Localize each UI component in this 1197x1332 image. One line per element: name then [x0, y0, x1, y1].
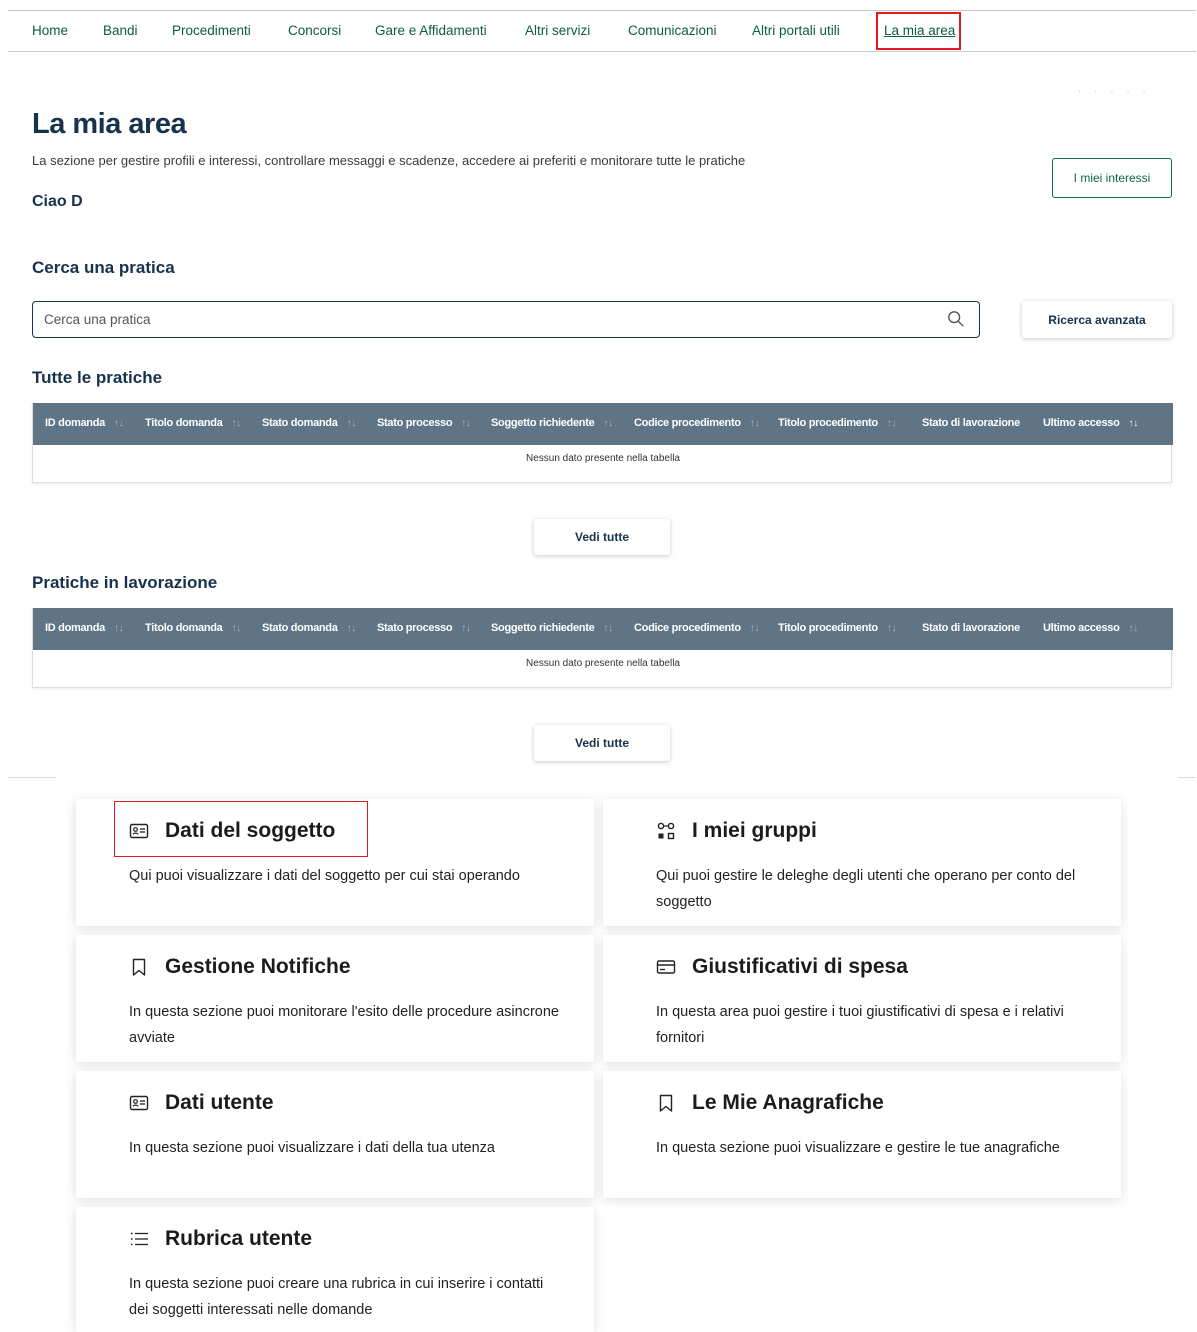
- search-section-title: Cerca una pratica: [32, 258, 175, 277]
- column-header[interactable]: Codice procedimento ↑↓: [634, 417, 759, 429]
- view-all-practices-button[interactable]: Vedi tutte: [534, 519, 670, 555]
- search-box: [32, 301, 980, 338]
- credit-card-icon: [656, 960, 676, 974]
- card-title: Giustificativi di spesa: [692, 955, 908, 978]
- sort-icon: ↑↓: [749, 623, 760, 634]
- advanced-search-button[interactable]: Ricerca avanzata: [1022, 301, 1172, 338]
- page-subtitle: La sezione per gestire profili e interes…: [32, 153, 746, 168]
- card-title: Le Mie Anagrafiche: [692, 1091, 884, 1114]
- sort-icon: ↑↓: [603, 623, 613, 634]
- column-header[interactable]: Soggetto richiedente ↑↓: [491, 622, 613, 634]
- bookmark-icon: [659, 1094, 673, 1112]
- id-card-icon: [129, 1095, 149, 1111]
- working-practices-table: ID domanda ↑↓ Titolo domanda ↑↓ Stato doma…: [32, 608, 1173, 688]
- card-mie-anagrafiche[interactable]: Le Mie Anagrafiche In questa sezione puo…: [603, 1071, 1121, 1198]
- column-header[interactable]: ID domanda ↑↓: [45, 622, 124, 634]
- table-header: ID domanda ↑↓ Titolo domanda ↑↓ Stato doma…: [33, 403, 1173, 445]
- nav-bandi[interactable]: Bandi: [103, 23, 138, 38]
- nav-home[interactable]: Home: [32, 23, 68, 38]
- sort-icon: ↑↓: [1128, 623, 1139, 634]
- card-dati-utente[interactable]: Dati utente In questa sezione puoi visua…: [76, 1071, 594, 1198]
- my-interests-button[interactable]: I miei interessi: [1052, 158, 1172, 198]
- column-header[interactable]: Ultimo accesso ↑↓: [1043, 417, 1138, 429]
- column-header[interactable]: Stato domanda ↑↓: [262, 417, 356, 429]
- view-all-working-button[interactable]: Vedi tutte: [534, 725, 670, 761]
- sort-icon: ↑↓: [461, 623, 471, 634]
- table-empty-message: Nessun dato presente nella tabella: [526, 658, 680, 669]
- sort-icon: ↑↓: [886, 418, 897, 429]
- sort-icon: ↑↓: [113, 623, 124, 634]
- card-description: In questa area puoi gestire i tuoi giust…: [656, 1004, 1064, 1046]
- card-description: In questa sezione puoi visualizzare e ge…: [656, 1140, 1060, 1156]
- decorative-dots: · · · · ·: [1078, 86, 1151, 97]
- card-gestione-notifiche[interactable]: Gestione Notifiche In questa sezione puo…: [76, 935, 594, 1062]
- search-input[interactable]: [33, 302, 933, 337]
- column-header[interactable]: Codice procedimento ↑↓: [634, 622, 759, 634]
- sort-icon: ↑↓: [1128, 418, 1139, 429]
- card-giustificativi-spesa[interactable]: Giustificativi di spesa In questa area p…: [603, 935, 1121, 1062]
- user-greeting: Ciao D: [32, 193, 83, 210]
- list-icon: [130, 1232, 148, 1246]
- card-title: Dati utente: [165, 1091, 274, 1114]
- nav-altri-servizi[interactable]: Altri servizi: [525, 23, 590, 38]
- card-description: In questa sezione puoi monitorare l'esit…: [129, 1004, 559, 1046]
- divider: [8, 777, 56, 778]
- bookmark-icon: [132, 958, 146, 976]
- column-header[interactable]: Stato processo ↑↓: [377, 417, 471, 429]
- column-header[interactable]: Soggetto richiedente ↑↓: [491, 417, 613, 429]
- column-header[interactable]: Stato di lavorazione: [922, 417, 1020, 429]
- column-header[interactable]: Stato di lavorazione: [922, 622, 1020, 634]
- groups-icon: [657, 822, 675, 840]
- card-description: In questa sezione puoi visualizzare i da…: [129, 1140, 495, 1156]
- column-header[interactable]: Stato domanda ↑↓: [262, 622, 356, 634]
- annotation-highlight-card: [114, 801, 368, 857]
- sort-icon: ↑↓: [346, 623, 357, 634]
- nav-gare-affidamenti[interactable]: Gare e Affidamenti: [375, 23, 487, 38]
- column-header[interactable]: Titolo domanda ↑↓: [145, 417, 241, 429]
- all-practices-title: Tutte le pratiche: [32, 368, 163, 387]
- sort-icon: ↑↓: [346, 418, 357, 429]
- all-practices-table: ID domanda ↑↓ Titolo domanda ↑↓ Stato doma…: [32, 403, 1173, 483]
- sort-icon: ↑↓: [749, 418, 760, 429]
- card-miei-gruppi[interactable]: I miei gruppi Qui puoi gestire le delegh…: [603, 799, 1121, 926]
- card-title: I miei gruppi: [692, 819, 817, 842]
- card-description: Qui puoi visualizzare i dati del soggett…: [129, 868, 520, 884]
- table-empty-message: Nessun dato presente nella tabella: [526, 453, 680, 464]
- nav-altri-portali[interactable]: Altri portali utili: [752, 23, 840, 38]
- annotation-highlight-nav: [876, 12, 961, 50]
- column-header[interactable]: Titolo domanda ↑↓: [145, 622, 241, 634]
- card-description: In questa sezione puoi creare una rubric…: [129, 1276, 544, 1318]
- column-header[interactable]: Titolo procedimento ↑↓: [778, 417, 897, 429]
- page-title: La mia area: [32, 108, 187, 140]
- card-description: Qui puoi gestire le deleghe degli utenti…: [656, 868, 1076, 910]
- column-header[interactable]: Ultimo accesso ↑↓: [1043, 622, 1138, 634]
- sort-icon: ↑↓: [231, 623, 241, 634]
- table-header: ID domanda ↑↓ Titolo domanda ↑↓ Stato doma…: [33, 608, 1173, 650]
- nav-comunicazioni[interactable]: Comunicazioni: [628, 23, 717, 38]
- sort-icon: ↑↓: [603, 418, 613, 429]
- column-header[interactable]: ID domanda ↑↓: [45, 417, 124, 429]
- search-icon[interactable]: [947, 310, 965, 328]
- nav-concorsi[interactable]: Concorsi: [288, 23, 341, 38]
- sort-icon: ↑↓: [231, 418, 241, 429]
- card-title: Rubrica utente: [165, 1227, 313, 1250]
- nav-procedimenti[interactable]: Procedimenti: [172, 23, 251, 38]
- column-header[interactable]: Stato processo ↑↓: [377, 622, 471, 634]
- card-title: Gestione Notifiche: [165, 955, 351, 978]
- sort-icon: ↑↓: [461, 418, 471, 429]
- working-practices-title: Pratiche in lavorazione: [32, 573, 218, 592]
- column-header[interactable]: Titolo procedimento ↑↓: [778, 622, 897, 634]
- top-navigation: Home Bandi Procedimenti Concorsi Gare e …: [8, 10, 1196, 52]
- divider: [1178, 777, 1196, 778]
- sort-icon: ↑↓: [886, 623, 897, 634]
- sort-icon: ↑↓: [113, 418, 124, 429]
- card-rubrica-utente[interactable]: Rubrica utente In questa sezione puoi cr…: [76, 1207, 594, 1332]
